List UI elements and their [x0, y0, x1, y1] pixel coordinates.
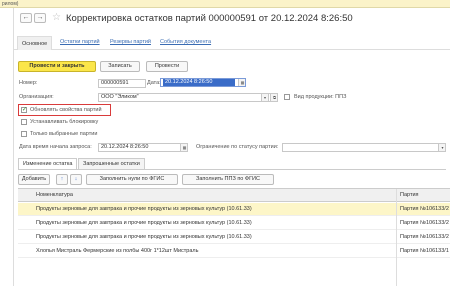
- request-start-value: 20.12.2024 8:26:50: [101, 144, 149, 150]
- chevron-down-icon[interactable]: ▾: [438, 144, 445, 151]
- move-up-button[interactable]: ↑: [56, 174, 68, 185]
- arrow-down-icon: ↓: [74, 176, 78, 182]
- organization-field[interactable]: ООО "Эликом" ▾ ⧉: [98, 93, 278, 102]
- row-nomenclature: Хлопья Мистраль Фермерские из полбы 400г…: [36, 248, 199, 254]
- chevron-down-icon[interactable]: ▾: [261, 94, 269, 101]
- status-limit-label: Ограничение по статусу партии:: [196, 144, 279, 150]
- organization-value: ООО "Эликом": [101, 94, 139, 100]
- status-limit-field[interactable]: ▾: [282, 143, 446, 152]
- forward-button[interactable]: →: [34, 13, 46, 23]
- update-props-label: Обновлять свойства партий: [30, 107, 102, 113]
- batches-table: Номенклатура Партия Продукты зерновые дл…: [18, 188, 450, 286]
- tab-batch-reserves[interactable]: Резервы партий: [110, 39, 151, 45]
- column-header-batch: Партия: [400, 192, 419, 198]
- fill-ppz-button[interactable]: Заполнить ППЗ по ФГИС: [182, 174, 274, 185]
- table-row[interactable]: Продукты зерновые для завтрака и прочие …: [18, 203, 450, 216]
- product-kind-label: Вид продукции: ППЗ: [294, 94, 347, 100]
- tab-document-events[interactable]: События документа: [160, 39, 211, 45]
- calendar-icon[interactable]: ▦: [180, 144, 187, 151]
- table-row[interactable]: Продукты зерновые для завтрака и прочие …: [18, 231, 450, 244]
- left-gutter: [0, 8, 14, 286]
- top-strip-text: рилом): [2, 1, 19, 7]
- date-label: Дата:: [147, 80, 161, 86]
- arrow-left-icon: ←: [22, 14, 30, 21]
- request-start-label: Дата время начала запроса:: [19, 144, 92, 150]
- add-row-button[interactable]: Добавить: [18, 174, 50, 185]
- fill-zero-button[interactable]: Заполнить нули по ФГИС: [86, 174, 178, 185]
- subtab-balance-change[interactable]: Изменение остатка: [18, 158, 78, 169]
- tab-main[interactable]: Основное: [17, 36, 53, 50]
- back-button[interactable]: ←: [20, 13, 32, 23]
- update-props-checkbox[interactable]: ✓: [21, 107, 27, 113]
- set-lock-checkbox[interactable]: [21, 119, 27, 125]
- window-title: Корректировка остатков партий 000000591 …: [66, 13, 353, 24]
- post-and-close-button[interactable]: Провести и закрыть: [18, 61, 96, 72]
- date-field[interactable]: 20.12.2024 8:26:50 ▦: [160, 78, 246, 87]
- set-lock-label: Устанавливать блокировку: [30, 119, 99, 125]
- request-start-field[interactable]: 20.12.2024 8:26:50 ▦: [98, 143, 188, 152]
- organization-label: Организация:: [19, 94, 54, 100]
- document-window: ← → ☆ Корректировка остатков партий 0000…: [14, 8, 450, 286]
- move-down-button[interactable]: ↓: [70, 174, 82, 185]
- column-header-nomenclature: Номенклатура: [36, 192, 73, 198]
- open-icon[interactable]: ⧉: [270, 94, 277, 101]
- post-button[interactable]: Провести: [146, 61, 188, 72]
- arrow-right-icon: →: [36, 14, 44, 21]
- row-batch: Партия №106133/2: [400, 206, 449, 212]
- subtab-divider: [18, 169, 446, 170]
- row-nomenclature: Продукты зерновые для завтрака и прочие …: [36, 220, 252, 226]
- selected-only-checkbox[interactable]: [21, 131, 27, 137]
- number-field[interactable]: 000000591: [98, 79, 146, 88]
- row-nomenclature: Продукты зерновые для завтрака и прочие …: [36, 234, 252, 240]
- table-row[interactable]: Хлопья Мистраль Фермерские из полбы 400г…: [18, 245, 450, 258]
- number-label: Номер:: [19, 80, 38, 86]
- subtab-requested-balances[interactable]: Запрошенные остатки: [78, 158, 145, 169]
- arrow-up-icon: ↑: [60, 176, 64, 182]
- favorite-star-icon[interactable]: ☆: [52, 12, 61, 23]
- product-kind-checkbox[interactable]: [284, 94, 290, 100]
- tab-bar: Основное Остатки партий Резервы партий С…: [14, 36, 450, 50]
- row-batch: Партия №106133/1: [400, 248, 449, 254]
- row-batch: Партия №106133/2: [400, 234, 449, 240]
- row-batch: Партия №106133/2: [400, 220, 449, 226]
- table-row[interactable]: Продукты зерновые для завтрака и прочие …: [18, 217, 450, 230]
- selected-only-label: Только выбранные партии: [30, 131, 98, 137]
- row-nomenclature: Продукты зерновые для завтрака и прочие …: [36, 206, 252, 212]
- calendar-icon[interactable]: ▦: [238, 79, 245, 86]
- save-button[interactable]: Записать: [100, 61, 140, 72]
- title-bar: ← → ☆ Корректировка остатков партий 0000…: [14, 8, 450, 30]
- table-header: Номенклатура Партия: [18, 189, 450, 202]
- tab-batch-balances[interactable]: Остатки партий: [60, 39, 100, 45]
- column-divider: [396, 189, 397, 286]
- date-value: 20.12.2024 8:26:50: [163, 79, 235, 86]
- top-strip: рилом): [0, 0, 450, 8]
